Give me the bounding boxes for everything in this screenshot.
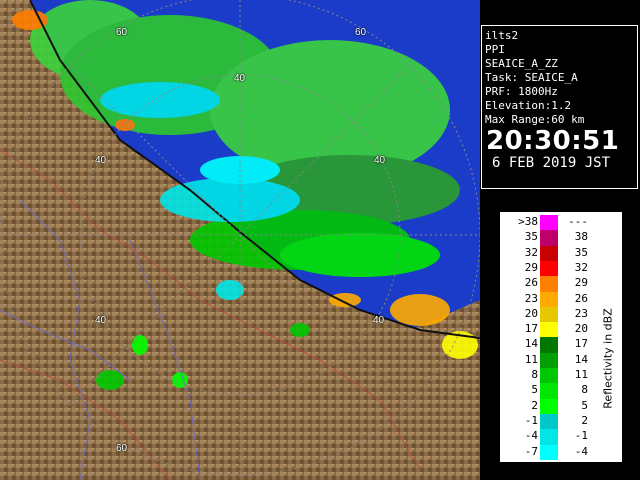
scan-type: PPI: [485, 43, 505, 56]
legend-low-value: 17: [524, 322, 538, 336]
range-label: 40: [234, 73, 246, 84]
legend-row: 35 38: [500, 230, 610, 246]
legend-swatch: [540, 215, 558, 231]
legend-swatch: [540, 230, 558, 246]
legend-low-value: 32: [524, 245, 538, 259]
range-label: 60: [355, 27, 367, 38]
legend-swatch: [540, 260, 558, 277]
color-legend: >38 --- 35 38 32 35 29 32 26 29 23 26 20 23 17 20 14 17 11…: [499, 211, 623, 463]
legend-low-value: 29: [524, 260, 538, 274]
legend-high-value: 2: [581, 413, 588, 427]
legend-row: 29 32: [500, 260, 610, 277]
legend-low-value: 35: [524, 230, 538, 244]
legend-high-value: 8: [581, 383, 588, 397]
legend-low-value: 2: [531, 398, 538, 412]
legend-swatch: [540, 368, 558, 384]
legend-high-value: -1: [574, 429, 588, 443]
legend-low-value: -1: [524, 413, 538, 427]
legend-row: 8 11: [500, 368, 610, 384]
legend-low-value: 11: [524, 352, 538, 366]
legend-swatch: [540, 429, 558, 445]
legend-high-value: 17: [574, 337, 588, 351]
legend-high-value: 29: [574, 276, 588, 290]
legend-low-value: 14: [524, 337, 538, 351]
range-label: 40: [374, 155, 386, 166]
legend-row: 32 35: [500, 245, 610, 262]
legend-low-value: 23: [524, 291, 538, 305]
legend-swatch: [540, 444, 558, 460]
legend-low-value: 5: [531, 383, 538, 397]
legend-swatch: [540, 398, 558, 415]
legend-high-value: 35: [574, 245, 588, 259]
legend-high-value: 38: [574, 230, 588, 244]
radar-ppi-map: 60 60 40 40 40 40 40 60: [0, 0, 480, 480]
scan-date: 6 FEB 2019 JST: [492, 155, 611, 171]
legend-swatch: [540, 413, 558, 430]
legend-row: 23 26: [500, 291, 610, 307]
legend-high-value: ---: [568, 215, 588, 228]
legend-low-value: -4: [524, 429, 538, 443]
legend-title: Reflectivity in dBZ: [601, 308, 615, 409]
legend-swatch: [540, 276, 558, 292]
legend-high-value: 23: [574, 306, 588, 320]
elevation-value: Elevation:1.2: [485, 99, 572, 112]
legend-low-value: -7: [524, 444, 538, 458]
legend-row: -7 -4: [500, 444, 610, 460]
range-label: 60: [116, 443, 128, 454]
legend-low-value: 26: [524, 276, 538, 290]
legend-row: 25: [500, 398, 610, 415]
legend-swatch: [540, 337, 558, 353]
legend-high-value: 11: [574, 368, 588, 381]
range-label: 40: [373, 315, 385, 326]
legend-high-value: 32: [574, 260, 588, 274]
legend-swatch: [540, 383, 558, 399]
legend-low-value: >38: [518, 215, 538, 228]
legend-swatch: [540, 306, 558, 323]
legend-row: -1 2: [500, 413, 610, 430]
legend-row: 17 20: [500, 322, 610, 338]
range-label: 40: [95, 315, 107, 326]
legend-row: 11 14: [500, 352, 610, 369]
legend-row: >38 ---: [500, 215, 610, 231]
legend-row: 20 23: [500, 306, 610, 323]
task-name: Task: SEAICE_A: [485, 71, 578, 84]
legend-high-value: 14: [574, 352, 588, 366]
legend-low-value: 8: [531, 368, 538, 381]
legend-high-value: 26: [574, 291, 588, 305]
max-range-value: Max Range:60 km: [485, 113, 585, 126]
radar-info-panel: ilts2 PPI SEAICE_A_ZZ Task: SEAICE_A PRF…: [481, 25, 638, 189]
product-name: SEAICE_A_ZZ: [485, 57, 558, 70]
legend-row: -4 -1: [500, 429, 610, 445]
legend-high-value: 20: [574, 322, 588, 336]
legend-high-value: -4: [574, 444, 588, 458]
scan-time: 20:30:51: [486, 126, 620, 156]
range-label: 40: [95, 155, 107, 166]
legend-swatch: [540, 291, 558, 307]
range-label: 60: [116, 27, 128, 38]
radar-canvas: [0, 0, 480, 480]
legend-swatch: [540, 322, 558, 338]
legend-row: 58: [500, 383, 610, 399]
radar-name: ilts2: [485, 29, 519, 42]
legend-swatch: [540, 352, 558, 369]
legend-swatch: [540, 245, 558, 262]
legend-low-value: 20: [524, 306, 538, 320]
legend-high-value: 5: [581, 398, 588, 412]
legend-row: 14 17: [500, 337, 610, 353]
legend-row: 26 29: [500, 276, 610, 292]
prf-value: PRF: 1800Hz: [485, 85, 558, 98]
